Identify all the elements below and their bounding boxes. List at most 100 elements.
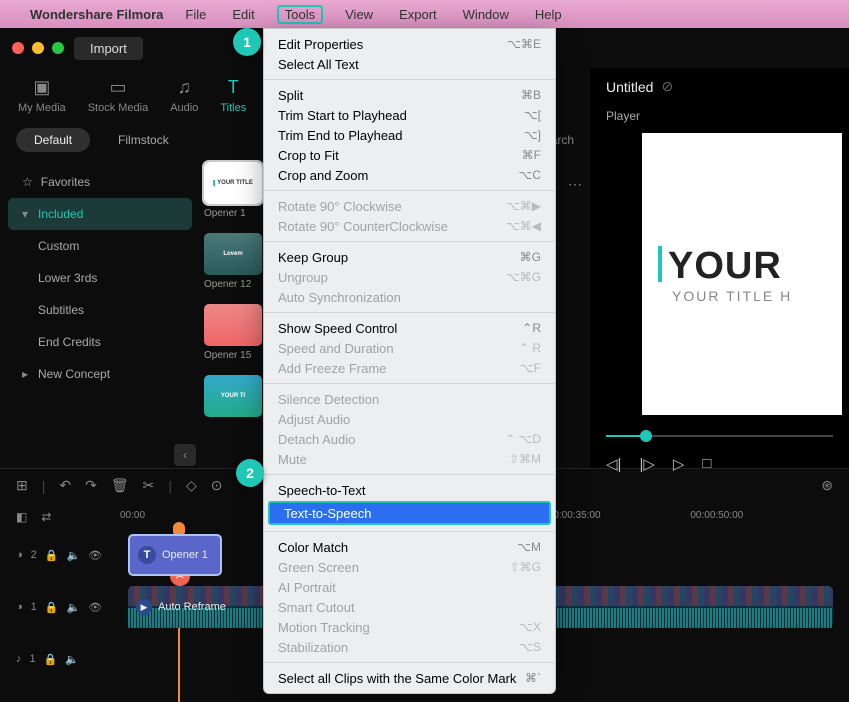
playback-slider[interactable]	[606, 435, 833, 437]
menu-item-crop-and-zoom[interactable]: Crop and Zoom⌥C	[264, 165, 555, 185]
redo-icon[interactable]: ↷	[85, 477, 97, 494]
tab-label: Titles	[220, 102, 246, 114]
sidebar: ☆Favorites ▾Included Custom Lower 3rds S…	[0, 158, 200, 478]
menu-item-trim-end-to-playhead[interactable]: Trim End to Playhead⌥]	[264, 125, 555, 145]
page-prev-button[interactable]: ‹	[174, 444, 196, 466]
menu-item-color-match[interactable]: Color Match⌥M	[264, 537, 555, 557]
check-icon: ⊘	[661, 78, 673, 95]
thumb-opener-1[interactable]: YOUR TITLE	[204, 162, 262, 204]
menu-item-keep-group[interactable]: Keep Group⌘G	[264, 247, 555, 267]
traffic-lights	[12, 42, 64, 54]
cut-icon[interactable]: ✂	[143, 477, 155, 494]
menu-export[interactable]: Export	[395, 5, 441, 24]
chevron-down-icon: ▾	[22, 207, 30, 221]
sidebar-item-subtitles[interactable]: Subtitles	[8, 294, 192, 326]
pill-default[interactable]: Default	[16, 128, 90, 152]
menu-item-rotate-90-counterclockwise: Rotate 90° CounterClockwise⌥⌘◀	[264, 216, 555, 236]
tab-label: My Media	[18, 102, 66, 114]
link-icon[interactable]: ⇄	[41, 510, 51, 524]
sidebar-included[interactable]: ▾Included	[8, 198, 192, 230]
menu-item-show-speed-control[interactable]: Show Speed Control⌃R	[264, 318, 555, 338]
eye-icon[interactable]: 👁	[88, 601, 102, 614]
macos-menubar: Wondershare Filmora File Edit Tools View…	[0, 0, 849, 28]
menu-edit[interactable]: Edit	[228, 5, 258, 24]
thumb-opener-more[interactable]: YOUR TI	[204, 375, 262, 417]
menu-item-text-to-speech[interactable]: Text-to-Speech	[270, 503, 549, 523]
clip-label: Opener 1	[162, 549, 208, 561]
menu-item-auto-synchronization: Auto Synchronization	[264, 287, 555, 307]
sidebar-favorites[interactable]: ☆Favorites	[8, 166, 192, 198]
visibility-icon[interactable]: ◑	[16, 601, 23, 613]
slider-knob[interactable]	[640, 430, 652, 442]
thumb-label: Opener 12	[204, 279, 262, 290]
pill-filmstock[interactable]: Filmstock	[100, 128, 187, 152]
minimize-icon[interactable]	[32, 42, 44, 54]
timeline-icon[interactable]: ◧	[16, 510, 27, 524]
next-frame-icon[interactable]: |▷	[639, 455, 654, 473]
play-icon[interactable]: ▷	[673, 455, 685, 473]
menu-item-silence-detection: Silence Detection	[264, 389, 555, 409]
menu-item-ai-portrait: AI Portrait	[264, 577, 555, 597]
audio-note-icon[interactable]: ♪	[16, 653, 22, 665]
menu-item-split[interactable]: Split⌘B	[264, 85, 555, 105]
close-icon[interactable]	[12, 42, 24, 54]
menu-window[interactable]: Window	[459, 5, 513, 24]
menu-item-adjust-audio: Adjust Audio	[264, 409, 555, 429]
stop-icon[interactable]: □	[702, 455, 711, 473]
menu-item-green-screen: Green Screen⇧⌘G	[264, 557, 555, 577]
menu-file[interactable]: File	[181, 5, 210, 24]
mute-icon[interactable]: 🔈	[65, 653, 79, 666]
menu-item-select-all-text[interactable]: Select All Text	[264, 54, 555, 74]
tab-titles[interactable]: TTitles	[220, 76, 246, 114]
menu-item-select-all-clips-with-the-same-color-mark[interactable]: Select all Clips with the Same Color Mar…	[264, 668, 555, 688]
clip-label: Auto Reframe	[158, 601, 226, 613]
undo-icon[interactable]: ↶	[59, 477, 71, 494]
menu-item-speech-to-text[interactable]: Speech-to-Text	[264, 480, 555, 500]
tab-stock-media[interactable]: ▭Stock Media	[88, 76, 149, 114]
delete-icon[interactable]: 🗑	[111, 477, 129, 494]
transport-controls: ◁| |▷ ▷ □	[590, 445, 849, 483]
annotation-step-1: 1	[233, 28, 261, 56]
menu-item-stabilization: Stabilization⌥S	[264, 637, 555, 657]
menu-tools[interactable]: Tools	[277, 5, 323, 24]
app-name: Wondershare Filmora	[30, 7, 163, 22]
thumb-label: Opener 1	[204, 208, 262, 219]
sidebar-item-new-concept[interactable]: ▸New Concept	[8, 358, 192, 390]
zoom-icon[interactable]	[52, 42, 64, 54]
preview-canvas: YOUR YOUR TITLE H	[642, 133, 842, 415]
sidebar-item-end-credits[interactable]: End Credits	[8, 326, 192, 358]
more-options-icon[interactable]: ⋯	[568, 176, 582, 193]
menu-view[interactable]: View	[341, 5, 377, 24]
tab-audio[interactable]: ♫Audio	[170, 76, 198, 114]
player-pane: Untitled⊘ Player YOUR YOUR TITLE H ◁| |▷…	[590, 68, 849, 468]
chevron-right-icon: ▸	[22, 367, 30, 381]
menu-item-crop-to-fit[interactable]: Crop to Fit⌘F	[264, 145, 555, 165]
tab-label: Stock Media	[88, 102, 149, 114]
menu-help[interactable]: Help	[531, 5, 566, 24]
layout-icon[interactable]: ⊞	[16, 477, 28, 494]
title-clip[interactable]: T Opener 1	[128, 534, 222, 576]
sidebar-item-custom[interactable]: Custom	[8, 230, 192, 262]
import-button[interactable]: Import	[74, 37, 143, 60]
menu-item-detach-audio: Detach Audio⌃ ⌥D	[264, 429, 555, 449]
lock-icon[interactable]: 🔒	[45, 549, 59, 562]
preview-title: YOUR	[658, 245, 842, 288]
menu-item-trim-start-to-playhead[interactable]: Trim Start to Playhead⌥[	[264, 105, 555, 125]
preview-subtitle: YOUR TITLE H	[658, 288, 842, 304]
sidebar-item-lower-3rds[interactable]: Lower 3rds	[8, 262, 192, 294]
project-title: Untitled⊘	[590, 68, 849, 105]
lock-icon[interactable]: 🔒	[44, 653, 58, 666]
prev-frame-icon[interactable]: ◁|	[606, 455, 621, 473]
lock-icon[interactable]: 🔒	[45, 601, 59, 614]
marker-icon[interactable]: ◇	[186, 477, 197, 494]
menu-item-edit-properties[interactable]: Edit Properties⌥⌘E	[264, 34, 555, 54]
mute-icon[interactable]: 🔈	[66, 549, 80, 562]
tab-my-media[interactable]: ▣My Media	[18, 76, 66, 114]
thumb-opener-12[interactable]: Lovem	[204, 233, 262, 275]
record-icon[interactable]: ⊙	[211, 477, 223, 494]
eye-icon[interactable]: 👁	[88, 549, 102, 562]
menu-item-add-freeze-frame: Add Freeze Frame⌥F	[264, 358, 555, 378]
visibility-icon[interactable]: ◑	[16, 549, 23, 561]
thumb-opener-15[interactable]	[204, 304, 262, 346]
mute-icon[interactable]: 🔈	[66, 601, 80, 614]
